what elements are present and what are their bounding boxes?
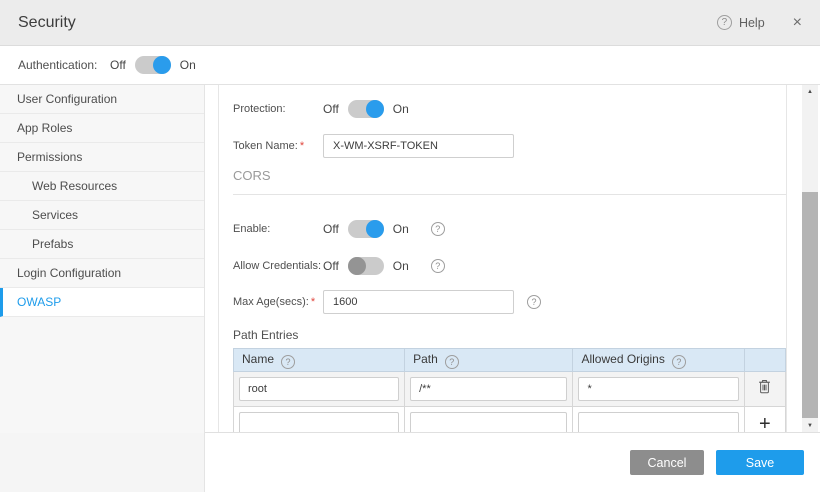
column-header-actions [744,349,785,372]
protection-row: Protection: Off On [233,95,786,123]
max-age-input[interactable] [323,290,514,314]
required-asterisk: * [300,140,304,152]
toggle-knob [366,100,384,118]
column-header-allowed-origins: Allowed Origins? [573,349,744,372]
help-link[interactable]: Help [739,16,765,30]
allow-credentials-toggle[interactable] [348,257,384,275]
allowed-origins-help-icon[interactable]: ? [672,355,686,369]
enable-help-icon[interactable]: ? [431,222,445,236]
sidebar-item-app-roles[interactable]: App Roles [0,114,204,143]
content-gutter [205,85,218,432]
footer-sidebar-area [0,433,205,492]
enable-off-label: Off [323,222,339,236]
max-age-label: Max Age(secs):* [233,296,323,308]
sidebar: User Configuration App Roles Permissions… [0,85,205,433]
cors-section-heading: CORS [233,168,786,195]
authentication-on-label: On [180,58,196,72]
toggle-knob [153,56,171,74]
allow-credentials-off-label: Off [323,259,339,273]
row2-name-input[interactable] [239,412,399,432]
page-title: Security [18,14,76,32]
token-name-row: Token Name:* [233,133,786,159]
plus-icon: + [759,413,771,433]
authentication-toggle[interactable] [135,56,171,74]
protection-label: Protection: [233,103,323,115]
sidebar-item-login-configuration[interactable]: Login Configuration [0,259,204,288]
sidebar-item-services[interactable]: Services [0,201,204,230]
row2-path-input[interactable] [410,412,567,432]
required-asterisk: * [311,296,315,308]
delete-row-button[interactable] [744,372,785,407]
owasp-settings-panel: Protection: Off On Token Name:* CORS Ena… [218,85,787,432]
close-icon[interactable]: × [793,15,802,31]
allow-credentials-row: Allow Credentials: Off On ? [233,252,786,280]
authentication-bar: Authentication: Off On [0,46,820,85]
row1-path-input[interactable] [410,377,567,401]
scrollbar-track[interactable] [802,98,818,419]
name-help-icon[interactable]: ? [281,355,295,369]
cancel-button[interactable]: Cancel [630,450,704,475]
column-header-name: Name? [234,349,405,372]
dialog-header: Security ? Help × [0,0,820,46]
sidebar-item-user-configuration[interactable]: User Configuration [0,85,204,114]
scroll-up-icon[interactable]: ▲ [802,85,818,98]
column-header-path: Path? [405,349,573,372]
path-help-icon[interactable]: ? [445,355,459,369]
sidebar-item-prefabs[interactable]: Prefabs [0,230,204,259]
trash-icon [758,379,771,394]
path-entries-table: Name? Path? Allowed Origins? [233,348,786,432]
table-row: + [234,407,786,433]
max-age-help-icon[interactable]: ? [527,295,541,309]
token-name-input[interactable] [323,134,514,158]
save-button[interactable]: Save [716,450,804,475]
allow-credentials-help-icon[interactable]: ? [431,259,445,273]
scrollbar-gap [787,85,802,432]
row1-name-input[interactable] [239,377,399,401]
scrollbar-thumb[interactable] [802,192,818,418]
token-name-label: Token Name:* [233,140,323,152]
sidebar-item-permissions[interactable]: Permissions [0,143,204,172]
allow-credentials-label: Allow Credentials: [233,260,323,272]
help-icon[interactable]: ? [717,15,732,30]
path-entries-heading: Path Entries [233,328,786,342]
table-row [234,372,786,407]
authentication-label: Authentication: [18,58,110,72]
dialog-footer: Cancel Save [0,433,820,492]
table-header-row: Name? Path? Allowed Origins? [234,349,786,372]
sidebar-item-owasp[interactable]: OWASP [0,288,204,317]
toggle-knob [366,220,384,238]
enable-on-label: On [393,222,409,236]
scroll-down-icon[interactable]: ▼ [802,419,818,432]
add-row-button[interactable]: + [744,407,785,433]
protection-on-label: On [393,102,409,116]
security-dialog: Security ? Help × Authentication: Off On… [0,0,820,492]
protection-toggle[interactable] [348,100,384,118]
row2-allowed-origins-input[interactable] [578,412,738,432]
enable-label: Enable: [233,223,323,235]
cors-enable-toggle[interactable] [348,220,384,238]
max-age-row: Max Age(secs):* ? [233,289,786,315]
row1-allowed-origins-input[interactable] [578,377,738,401]
protection-off-label: Off [323,102,339,116]
authentication-off-label: Off [110,58,126,72]
toggle-knob [348,257,366,275]
allow-credentials-on-label: On [393,259,409,273]
cors-enable-row: Enable: Off On ? [233,215,786,243]
vertical-scrollbar[interactable]: ▲ ▼ [802,85,818,432]
sidebar-item-web-resources[interactable]: Web Resources [0,172,204,201]
